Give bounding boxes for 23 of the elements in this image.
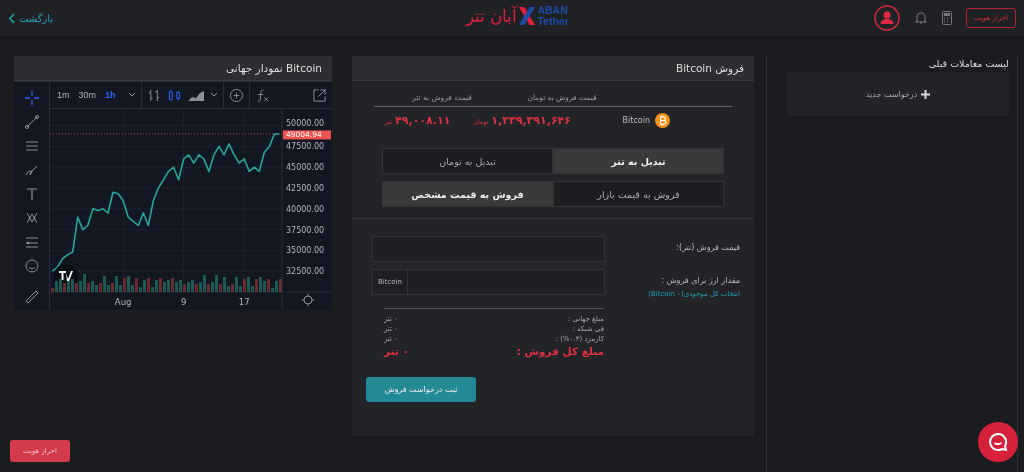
summary-value: ۰ تتر — [384, 345, 409, 357]
coin-name: Bitcoin — [622, 116, 650, 125]
axis-tick-label: 47500.00 — [286, 142, 325, 152]
toman-price: ۱,۳۳۹,۳۹۱,۶۴۶ — [491, 114, 572, 127]
axis-tick-label: 42500.00 — [286, 184, 325, 193]
axis-tick-label: 50000.00 — [286, 118, 325, 128]
axis-tick-label: 17 — [238, 297, 250, 307]
usdt-price: ۴۹,۰۰۸.۱۱ — [395, 114, 451, 127]
axis-tick-label: 40000.00 — [286, 204, 325, 214]
axis-tick-label: 32500.00 — [286, 267, 325, 277]
logo-text: آبان تتر — [466, 6, 518, 26]
axis-tick-label: 37500.00 — [286, 225, 325, 235]
axis-tick-label: Aug — [114, 297, 132, 307]
panel-title: فروش Bitcoin — [352, 56, 754, 81]
summary-label: مبلغ کل فروش : — [516, 345, 604, 357]
field-label: مقدار ارز برای فروش : — [660, 276, 740, 285]
axis-tick-label: 35000.00 — [286, 246, 325, 256]
field-label: قیمت فروش (تتر): — [675, 243, 740, 252]
axis-tick-label: 9 — [180, 297, 187, 307]
logo-text: Tether — [537, 16, 569, 27]
section-title: لیست معاملات قبلی — [927, 57, 1009, 71]
axis-tick-label: 45000.00 — [286, 163, 325, 173]
logo-text: ABAN — [537, 5, 569, 16]
